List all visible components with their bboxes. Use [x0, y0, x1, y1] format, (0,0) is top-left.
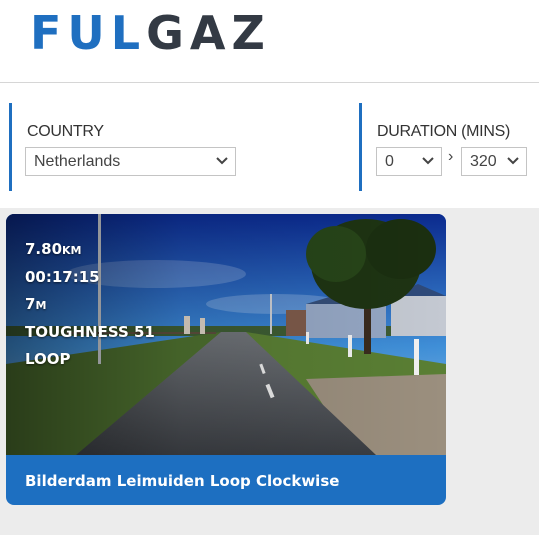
duration-filter: DURATION (MINS) 0 › 320 [359, 103, 539, 191]
fulgaz-logo[interactable]: FULGAZ [30, 10, 271, 56]
chevron-down-icon [216, 157, 228, 165]
route-card[interactable]: 7.80KM 00:17:15 7M TOUGHNESS 51 LOOP Bil… [6, 214, 446, 505]
logo-part1: FUL [30, 6, 147, 60]
logo-part2: GAZ [146, 6, 271, 60]
chevron-down-icon [422, 157, 434, 165]
site-header: FULGAZ [0, 0, 539, 83]
range-separator: › [448, 148, 454, 165]
country-label: COUNTRY [27, 123, 104, 140]
distance-value: 7.80 [25, 240, 63, 258]
country-select-value: Netherlands [34, 153, 121, 170]
route-elevation: 7M [25, 291, 155, 319]
route-title[interactable]: Bilderdam Leimuiden Loop Clockwise [25, 472, 339, 490]
route-distance: 7.80KM [25, 236, 155, 264]
route-thumbnail[interactable]: 7.80KM 00:17:15 7M TOUGHNESS 51 LOOP [6, 214, 446, 455]
route-toughness: TOUGHNESS 51 [25, 323, 155, 341]
route-stats: 7.80KM 00:17:15 7M TOUGHNESS 51 LOOP [25, 236, 155, 373]
duration-min-value: 0 [385, 153, 394, 170]
elevation-value: 7 [25, 295, 36, 313]
route-time: 00:17:15 [25, 268, 100, 286]
country-select[interactable]: Netherlands [25, 147, 236, 176]
elevation-unit: M [35, 299, 47, 312]
duration-label: DURATION (MINS) [377, 123, 510, 140]
duration-max-select[interactable]: 320 [461, 147, 527, 176]
route-type: LOOP [25, 350, 71, 368]
chevron-down-icon [507, 157, 519, 165]
duration-max-value: 320 [470, 153, 497, 170]
country-filter: COUNTRY Netherlands [9, 103, 342, 191]
filter-bar: COUNTRY Netherlands DURATION (MINS) 0 › … [0, 83, 539, 208]
duration-min-select[interactable]: 0 [376, 147, 442, 176]
distance-unit: KM [62, 244, 82, 257]
